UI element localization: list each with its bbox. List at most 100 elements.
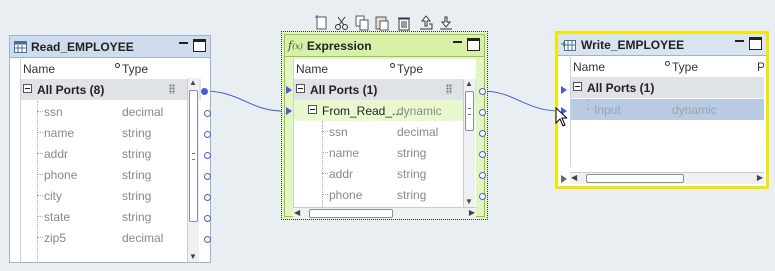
scroll-left-icon[interactable]: ◀ xyxy=(571,173,577,183)
collapse-icon[interactable] xyxy=(308,105,317,114)
delete-icon[interactable] xyxy=(395,14,413,32)
scroll-down-icon[interactable]: ▼ xyxy=(189,252,197,262)
paste-icon[interactable] xyxy=(373,14,391,32)
port-row[interactable]: ssn decimal xyxy=(294,121,476,142)
input-port-group[interactable] xyxy=(286,86,292,94)
read-employee-node[interactable]: Read_EMPLOYEE Name Type All Ports (8) ss… xyxy=(9,35,211,263)
cut-icon[interactable] xyxy=(333,14,351,32)
output-port[interactable] xyxy=(204,110,211,117)
output-port[interactable] xyxy=(204,152,211,159)
scroll-up-icon[interactable]: ▲ xyxy=(189,78,197,88)
port-row[interactable]: name string xyxy=(21,122,201,143)
vertical-scrollbar[interactable]: ▲ ▼ xyxy=(463,79,475,207)
output-port[interactable] xyxy=(479,109,486,116)
collapse-icon[interactable] xyxy=(23,84,32,93)
output-port[interactable] xyxy=(204,215,211,222)
copy-icon[interactable] xyxy=(353,14,371,32)
scroll-up-icon[interactable]: ▲ xyxy=(465,79,473,89)
port-row[interactable]: phone string xyxy=(21,164,201,185)
column-separator-icon xyxy=(115,63,120,68)
move-up-icon[interactable] xyxy=(417,14,435,32)
output-port-group[interactable] xyxy=(201,88,208,95)
column-type-header[interactable]: Type xyxy=(122,62,148,76)
group-row[interactable]: All Ports (8) xyxy=(21,79,201,100)
scroll-left-icon[interactable]: ◀ xyxy=(294,208,300,218)
port-row[interactable]: phone string xyxy=(294,184,476,205)
write-employee-node[interactable]: Write_EMPLOYEE Name Type P All Ports (1)… xyxy=(555,31,769,189)
subgroup-row[interactable]: From_Read_... dynamic xyxy=(294,100,476,121)
column-separator-icon xyxy=(390,63,395,68)
vertical-scrollbar[interactable]: ▲ ▼ xyxy=(187,78,199,262)
minimize-button[interactable] xyxy=(177,39,190,52)
collapse-icon[interactable] xyxy=(296,84,305,93)
collapse-icon[interactable] xyxy=(573,82,582,91)
write-ports-grid: Name Type P All Ports (1) Input dynamic xyxy=(570,57,764,167)
port-type: string xyxy=(397,146,427,160)
column-name-header[interactable]: Name xyxy=(23,62,55,76)
group-label: All Ports (8) xyxy=(37,83,105,97)
port-row[interactable]: zip5 decimal xyxy=(21,227,201,248)
write-titlebar[interactable]: Write_EMPLOYEE xyxy=(558,34,766,56)
tree-branch xyxy=(37,111,43,112)
scroll-down-icon[interactable]: ▼ xyxy=(465,197,473,207)
column-type-header[interactable]: Type xyxy=(397,62,423,76)
read-titlebar[interactable]: Read_EMPLOYEE xyxy=(10,36,210,58)
drag-grip-icon[interactable] xyxy=(169,84,175,94)
column-name-header[interactable]: Name xyxy=(573,60,605,74)
tree-branch xyxy=(322,152,328,153)
output-port[interactable] xyxy=(479,193,486,200)
output-port-group[interactable] xyxy=(479,88,486,95)
port-type: string xyxy=(122,189,152,203)
expression-titlebar[interactable]: f(x) Expression xyxy=(285,35,484,57)
output-port[interactable] xyxy=(479,172,486,179)
port-type: decimal xyxy=(122,105,164,119)
horizontal-scrollbar[interactable]: ◀ ▶ xyxy=(293,207,476,219)
group-row[interactable]: All Ports (1) xyxy=(571,77,764,98)
port-name: ssn xyxy=(329,125,348,139)
horizontal-scrollbar[interactable]: ◀ ▶ xyxy=(570,172,764,184)
scroll-right-icon[interactable]: ▶ xyxy=(757,173,763,183)
new-port-icon[interactable] xyxy=(313,14,331,32)
port-name: addr xyxy=(44,147,69,161)
minimize-button[interactable] xyxy=(451,38,464,51)
scroll-right-icon[interactable]: ▶ xyxy=(469,208,475,218)
port-row[interactable]: state string xyxy=(21,206,201,227)
port-row[interactable]: name string xyxy=(294,142,476,163)
port-row[interactable]: ssn decimal xyxy=(21,101,201,122)
output-port[interactable] xyxy=(479,130,486,137)
column-name-header[interactable]: Name xyxy=(296,62,328,76)
output-port[interactable] xyxy=(204,236,211,243)
input-port[interactable] xyxy=(286,107,292,115)
tree-branch xyxy=(322,173,328,174)
read-title: Read_EMPLOYEE xyxy=(31,39,134,54)
port-row[interactable]: addr string xyxy=(294,163,476,184)
table-icon xyxy=(14,40,27,53)
port-name: phone xyxy=(329,188,363,202)
input-port[interactable] xyxy=(561,175,567,183)
horizontal-scroll-thumb[interactable] xyxy=(309,209,393,218)
minimize-button[interactable] xyxy=(733,37,746,50)
scroll-thumb[interactable] xyxy=(465,91,474,131)
drag-grip-icon[interactable] xyxy=(446,84,452,94)
column-type-header[interactable]: Type xyxy=(672,60,698,74)
maximize-button[interactable] xyxy=(193,39,206,52)
move-down-icon[interactable] xyxy=(437,14,455,32)
port-row[interactable]: city string xyxy=(21,185,201,206)
expression-node[interactable]: f(x) Expression Name Type All Ports (1) … xyxy=(281,31,488,220)
output-port[interactable] xyxy=(479,151,486,158)
input-port-group[interactable] xyxy=(561,86,567,94)
maximize-button[interactable] xyxy=(467,38,480,51)
column-extra-header[interactable]: P xyxy=(757,60,764,74)
horizontal-scroll-thumb[interactable] xyxy=(586,174,684,183)
subgroup-type: dynamic xyxy=(397,104,442,118)
port-row-selected[interactable]: Input dynamic xyxy=(571,99,764,120)
scroll-thumb[interactable] xyxy=(189,90,198,222)
maximize-button[interactable] xyxy=(749,37,762,50)
output-port[interactable] xyxy=(204,194,211,201)
port-type: string xyxy=(122,147,152,161)
port-name: zip5 xyxy=(44,231,67,245)
port-row[interactable]: addr string xyxy=(21,143,201,164)
output-port[interactable] xyxy=(204,131,211,138)
group-row[interactable]: All Ports (1) xyxy=(294,79,476,100)
output-port[interactable] xyxy=(204,173,211,180)
